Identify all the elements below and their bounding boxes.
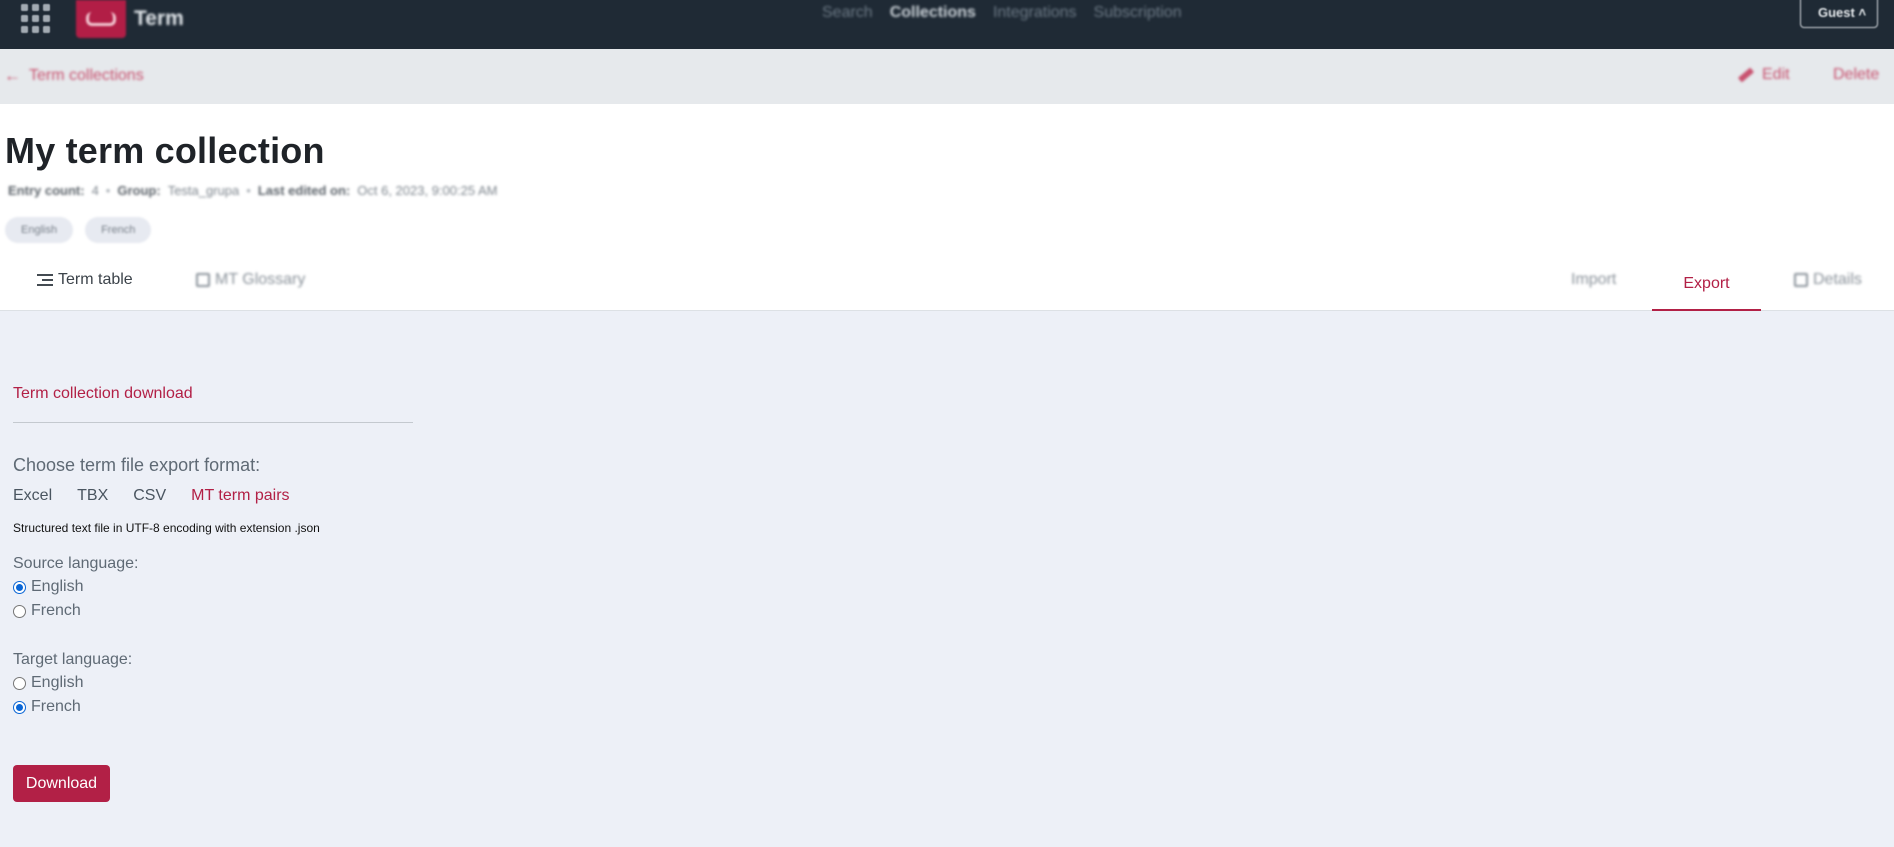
target-english-radio[interactable] bbox=[13, 676, 26, 690]
format-excel[interactable]: Excel bbox=[13, 487, 52, 505]
edit-label: Edit bbox=[1762, 66, 1790, 83]
entry-count-value: 4 bbox=[91, 183, 99, 198]
collection-meta: Entry count: 4 • Group: Testa_grupa • La… bbox=[8, 183, 497, 198]
breadcrumb-label: Term collections bbox=[29, 67, 144, 84]
brand-logo[interactable] bbox=[76, 0, 126, 38]
edit-button[interactable]: Edit bbox=[1737, 66, 1790, 84]
source-french-radio[interactable] bbox=[13, 604, 26, 618]
source-english-label: English bbox=[31, 578, 84, 595]
format-csv[interactable]: CSV bbox=[133, 487, 166, 505]
nav-integrations[interactable]: Integrations bbox=[993, 4, 1077, 22]
list-icon bbox=[37, 274, 53, 286]
tab-mt-glossary[interactable]: MT Glossary bbox=[196, 271, 305, 289]
source-language-label: Source language: bbox=[13, 555, 139, 572]
user-chevron-icon: ˄ bbox=[1858, 5, 1867, 20]
group-value: Testa_grupa bbox=[167, 183, 240, 198]
entry-count-label: Entry count: bbox=[8, 183, 85, 198]
target-language-label: Target language: bbox=[13, 651, 133, 668]
format-mt-term-pairs[interactable]: MT term pairs bbox=[191, 487, 289, 505]
main-nav: Search Collections Integrations Subscrip… bbox=[822, 4, 1182, 22]
arrow-left-icon: ← bbox=[4, 66, 21, 85]
glossary-icon bbox=[196, 273, 210, 287]
group-label: Group: bbox=[117, 183, 161, 198]
format-options: Excel TBX CSV MT term pairs bbox=[13, 487, 290, 505]
source-english-radio[interactable] bbox=[13, 580, 26, 594]
tab-export[interactable]: Export bbox=[1652, 257, 1761, 311]
delete-button[interactable]: Delete bbox=[1833, 66, 1879, 84]
target-english-option[interactable]: English bbox=[13, 674, 83, 692]
source-french-label: French bbox=[31, 602, 81, 619]
format-prompt: Choose term file export format: bbox=[13, 455, 261, 475]
target-french-radio[interactable] bbox=[13, 700, 26, 714]
apps-grid-icon[interactable] bbox=[21, 4, 53, 33]
last-edited-label: Last edited on: bbox=[257, 183, 351, 198]
meta-separator: • bbox=[246, 183, 251, 198]
section-title: Term collection download bbox=[13, 385, 193, 402]
target-french-label: French bbox=[31, 698, 81, 715]
nav-collections[interactable]: Collections bbox=[890, 4, 976, 22]
target-english-label: English bbox=[31, 674, 84, 691]
nav-subscription[interactable]: Subscription bbox=[1094, 4, 1182, 22]
collection-header: My term collection Entry count: 4 • Grou… bbox=[0, 104, 1894, 311]
tab-term-table[interactable]: Term table bbox=[37, 271, 133, 289]
last-edited-value: Oct 6, 2023, 9:00:25 AM bbox=[357, 183, 498, 198]
user-button-label: Guest bbox=[1818, 5, 1855, 20]
format-description: Structured text file in UTF-8 encoding w… bbox=[13, 521, 320, 535]
page-title: My term collection bbox=[5, 130, 325, 171]
tab-details-label: Details bbox=[1813, 271, 1862, 288]
source-english-option[interactable]: English bbox=[13, 578, 83, 596]
tab-mt-glossary-label: MT Glossary bbox=[215, 271, 306, 288]
language-chips: English French bbox=[5, 217, 152, 243]
tab-term-table-label: Term table bbox=[58, 271, 133, 288]
tab-import[interactable]: Import bbox=[1571, 271, 1616, 289]
user-menu-button[interactable]: Guest ˄ bbox=[1800, 0, 1878, 28]
pencil-icon bbox=[1737, 67, 1755, 83]
top-nav-bar: Term Search Collections Integrations Sub… bbox=[0, 0, 1894, 49]
breadcrumb-back-link[interactable]: ← Term collections bbox=[4, 66, 144, 86]
download-button[interactable]: Download bbox=[13, 765, 110, 802]
breadcrumb-bar: ← Term collections Edit Delete bbox=[0, 49, 1894, 104]
meta-separator: • bbox=[105, 183, 111, 198]
brand-name[interactable]: Term bbox=[134, 7, 184, 31]
language-chip-english: English bbox=[5, 217, 74, 243]
target-french-option[interactable]: French bbox=[13, 698, 81, 716]
nav-search[interactable]: Search bbox=[822, 4, 873, 22]
section-divider bbox=[13, 422, 413, 423]
language-chip-french: French bbox=[85, 217, 152, 243]
source-french-option[interactable]: French bbox=[13, 602, 81, 620]
details-icon bbox=[1794, 273, 1808, 287]
tab-details[interactable]: Details bbox=[1794, 271, 1862, 289]
format-tbx[interactable]: TBX bbox=[77, 487, 108, 505]
